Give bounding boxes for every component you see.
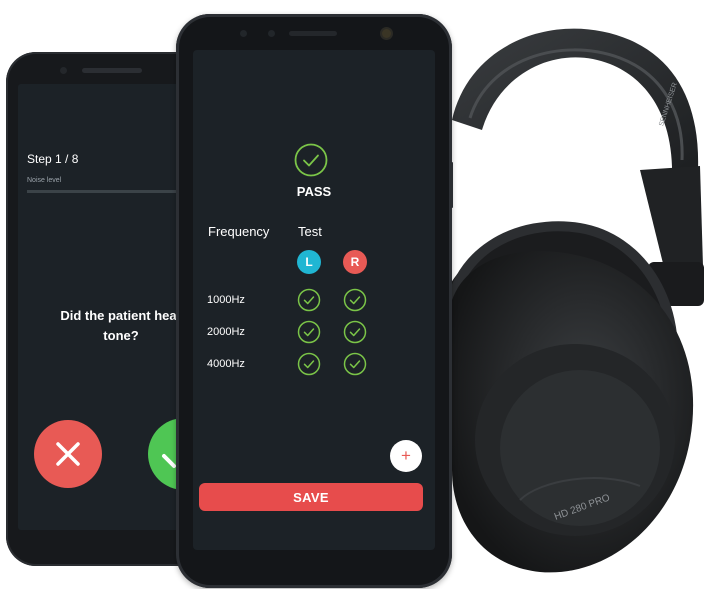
add-button[interactable]: + (390, 440, 422, 472)
frequency-header: Frequency (208, 224, 270, 239)
result-row: 1000Hz (193, 286, 435, 316)
result-row: 4000Hz (193, 350, 435, 380)
noise-level-label: Noise level (27, 177, 62, 184)
check-circle-icon (343, 352, 367, 376)
result-row: 2000Hz (193, 318, 435, 348)
frequency-label: 2000Hz (207, 326, 245, 338)
save-button[interactable]: SAVE (199, 483, 423, 511)
left-ear-badge: L (297, 250, 321, 274)
check-circle-icon (297, 352, 321, 376)
check-circle-icon (343, 288, 367, 312)
sensor-dot (240, 30, 247, 37)
question-text: Did the patient hear tone? (60, 308, 182, 343)
result-screen: PASS Frequency Test L R 1000Hz 2000Hz 40… (193, 50, 435, 550)
hearing-test-screen: Step 1 / 8 Noise level Did the patient h… (18, 84, 198, 530)
noise-level-bar (27, 190, 192, 193)
close-icon (56, 442, 80, 466)
step-indicator: Step 1 / 8 (27, 152, 79, 166)
check-circle-icon (297, 320, 321, 344)
front-camera (60, 67, 67, 74)
check-circle-icon (343, 320, 367, 344)
check-circle-icon (297, 288, 321, 312)
pass-status: PASS (296, 184, 332, 199)
sensor-dot (268, 30, 275, 37)
side-button (450, 162, 453, 208)
plus-icon: + (401, 446, 411, 465)
frequency-label: 1000Hz (207, 294, 245, 306)
check-circle-icon (294, 143, 328, 177)
speaker-grille (289, 31, 337, 36)
no-button[interactable] (34, 420, 102, 488)
right-ear-badge: R (343, 250, 367, 274)
front-camera (382, 29, 391, 38)
frequency-label: 4000Hz (207, 358, 245, 370)
speaker-grille (82, 68, 142, 73)
test-header: Test (298, 224, 322, 239)
